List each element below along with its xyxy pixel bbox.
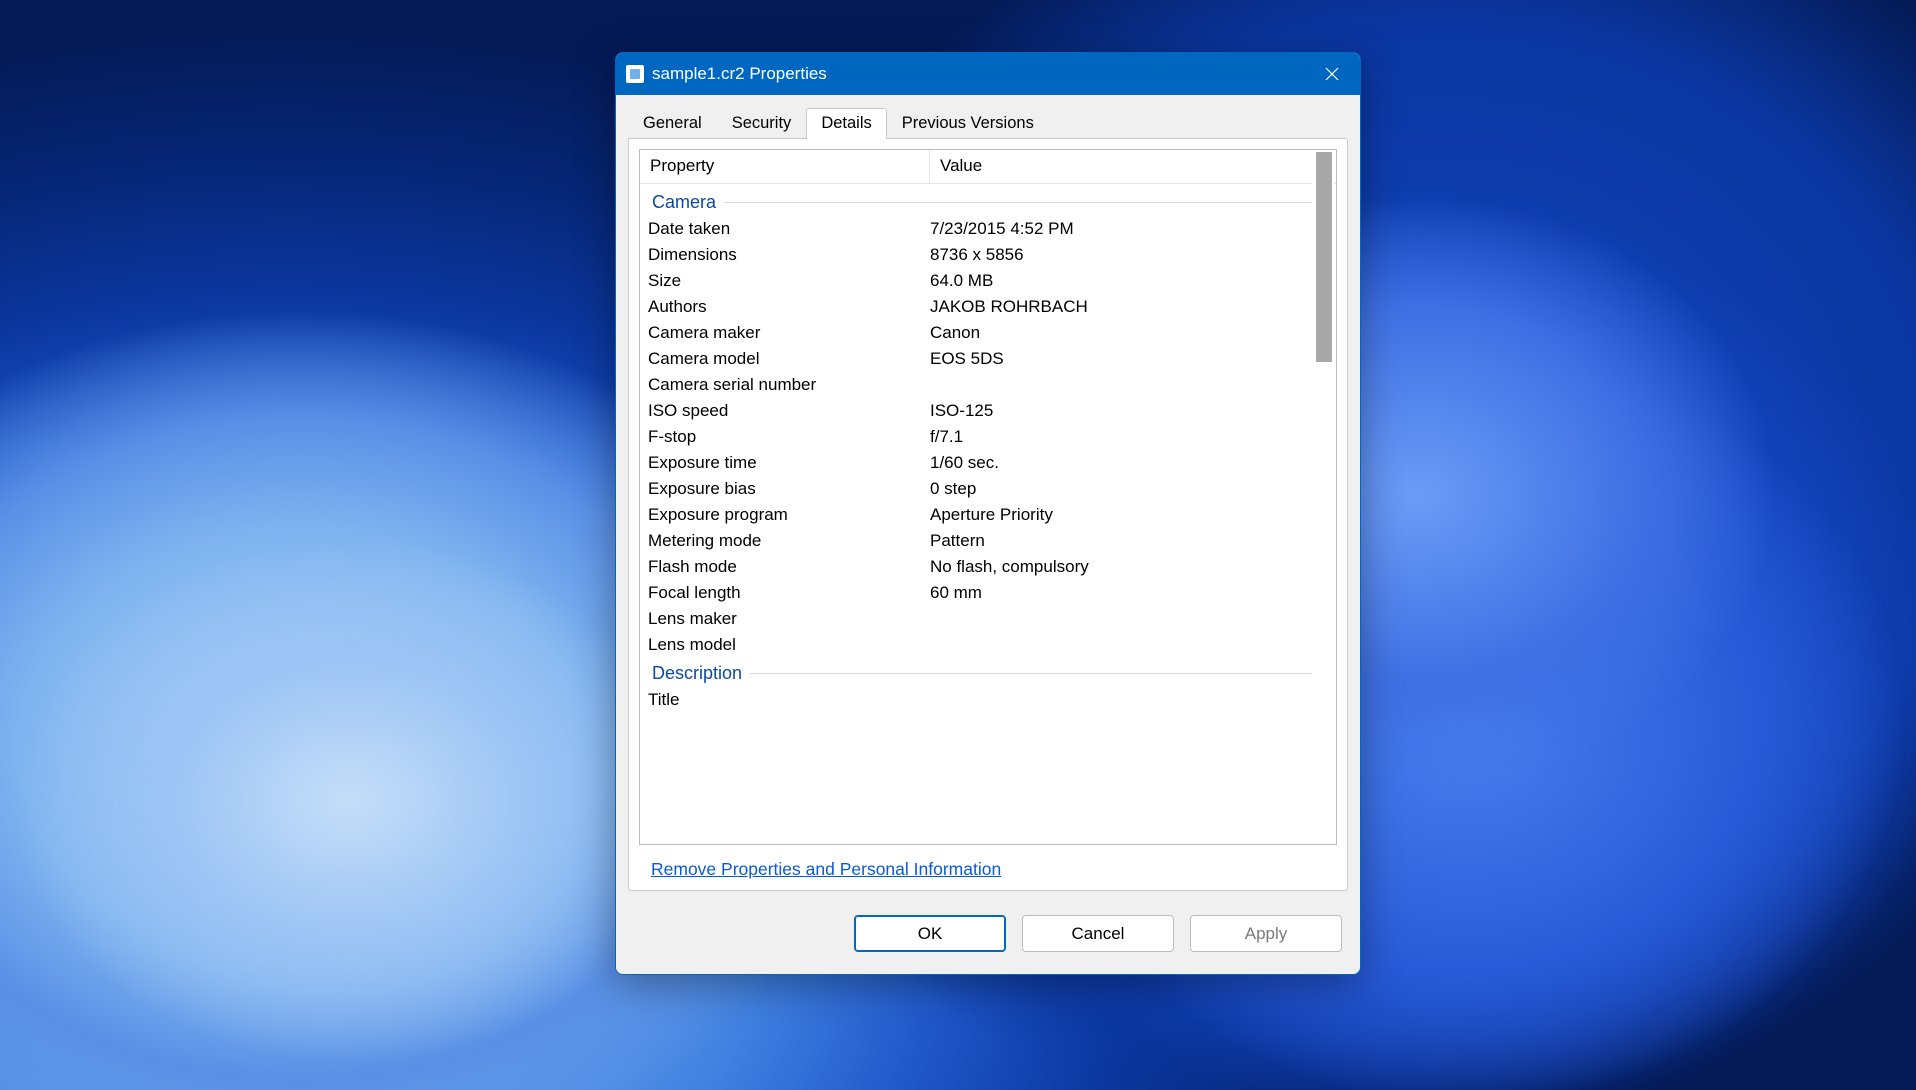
apply-button[interactable]: Apply bbox=[1190, 915, 1342, 952]
col-value[interactable]: Value bbox=[930, 150, 1336, 183]
row-iso[interactable]: ISO speedISO-125 bbox=[640, 397, 1336, 423]
remove-properties-link[interactable]: Remove Properties and Personal Informati… bbox=[651, 859, 1337, 880]
row-flash-mode[interactable]: Flash modeNo flash, compulsory bbox=[640, 553, 1336, 579]
tab-general[interactable]: General bbox=[628, 108, 717, 139]
vertical-scrollbar[interactable] bbox=[1312, 152, 1334, 842]
row-lens-maker[interactable]: Lens maker bbox=[640, 605, 1336, 631]
row-exposure-program[interactable]: Exposure programAperture Priority bbox=[640, 501, 1336, 527]
scroll-thumb[interactable] bbox=[1316, 152, 1332, 362]
row-fstop[interactable]: F-stopf/7.1 bbox=[640, 423, 1336, 449]
tab-security[interactable]: Security bbox=[717, 108, 807, 139]
section-description: Description bbox=[640, 657, 1336, 686]
column-headers: Property Value bbox=[640, 150, 1336, 184]
row-metering-mode[interactable]: Metering modePattern bbox=[640, 527, 1336, 553]
row-camera-serial[interactable]: Camera serial number bbox=[640, 371, 1336, 397]
row-camera-maker[interactable]: Camera makerCanon bbox=[640, 319, 1336, 345]
row-authors[interactable]: AuthorsJAKOB ROHRBACH bbox=[640, 293, 1336, 319]
window-title: sample1.cr2 Properties bbox=[652, 64, 827, 84]
details-listview[interactable]: Property Value Camera Date taken7/23/201… bbox=[639, 149, 1337, 845]
row-camera-model[interactable]: Camera modelEOS 5DS bbox=[640, 345, 1336, 371]
tab-details[interactable]: Details bbox=[806, 108, 886, 139]
titlebar[interactable]: sample1.cr2 Properties bbox=[616, 53, 1360, 95]
file-icon bbox=[626, 65, 644, 83]
section-camera-label: Camera bbox=[652, 192, 716, 213]
section-camera: Camera bbox=[640, 186, 1336, 215]
row-title[interactable]: Title bbox=[640, 686, 1336, 712]
properties-dialog: sample1.cr2 Properties General Security … bbox=[615, 52, 1361, 975]
row-exposure-time[interactable]: Exposure time1/60 sec. bbox=[640, 449, 1336, 475]
close-icon bbox=[1325, 67, 1339, 81]
details-panel: Property Value Camera Date taken7/23/201… bbox=[628, 138, 1348, 891]
col-property[interactable]: Property bbox=[640, 150, 930, 183]
row-size[interactable]: Size64.0 MB bbox=[640, 267, 1336, 293]
scroll-area: Camera Date taken7/23/2015 4:52 PM Dimen… bbox=[640, 186, 1336, 844]
dialog-buttons: OK Cancel Apply bbox=[616, 891, 1360, 974]
ok-button[interactable]: OK bbox=[854, 915, 1006, 952]
close-button[interactable] bbox=[1304, 53, 1360, 95]
row-exposure-bias[interactable]: Exposure bias0 step bbox=[640, 475, 1336, 501]
row-lens-model[interactable]: Lens model bbox=[640, 631, 1336, 657]
section-description-label: Description bbox=[652, 663, 742, 684]
row-focal-length[interactable]: Focal length60 mm bbox=[640, 579, 1336, 605]
tab-strip: General Security Details Previous Versio… bbox=[616, 95, 1360, 138]
row-dimensions[interactable]: Dimensions8736 x 5856 bbox=[640, 241, 1336, 267]
tab-previous-versions[interactable]: Previous Versions bbox=[887, 108, 1049, 139]
cancel-button[interactable]: Cancel bbox=[1022, 915, 1174, 952]
row-date-taken[interactable]: Date taken7/23/2015 4:52 PM bbox=[640, 215, 1336, 241]
